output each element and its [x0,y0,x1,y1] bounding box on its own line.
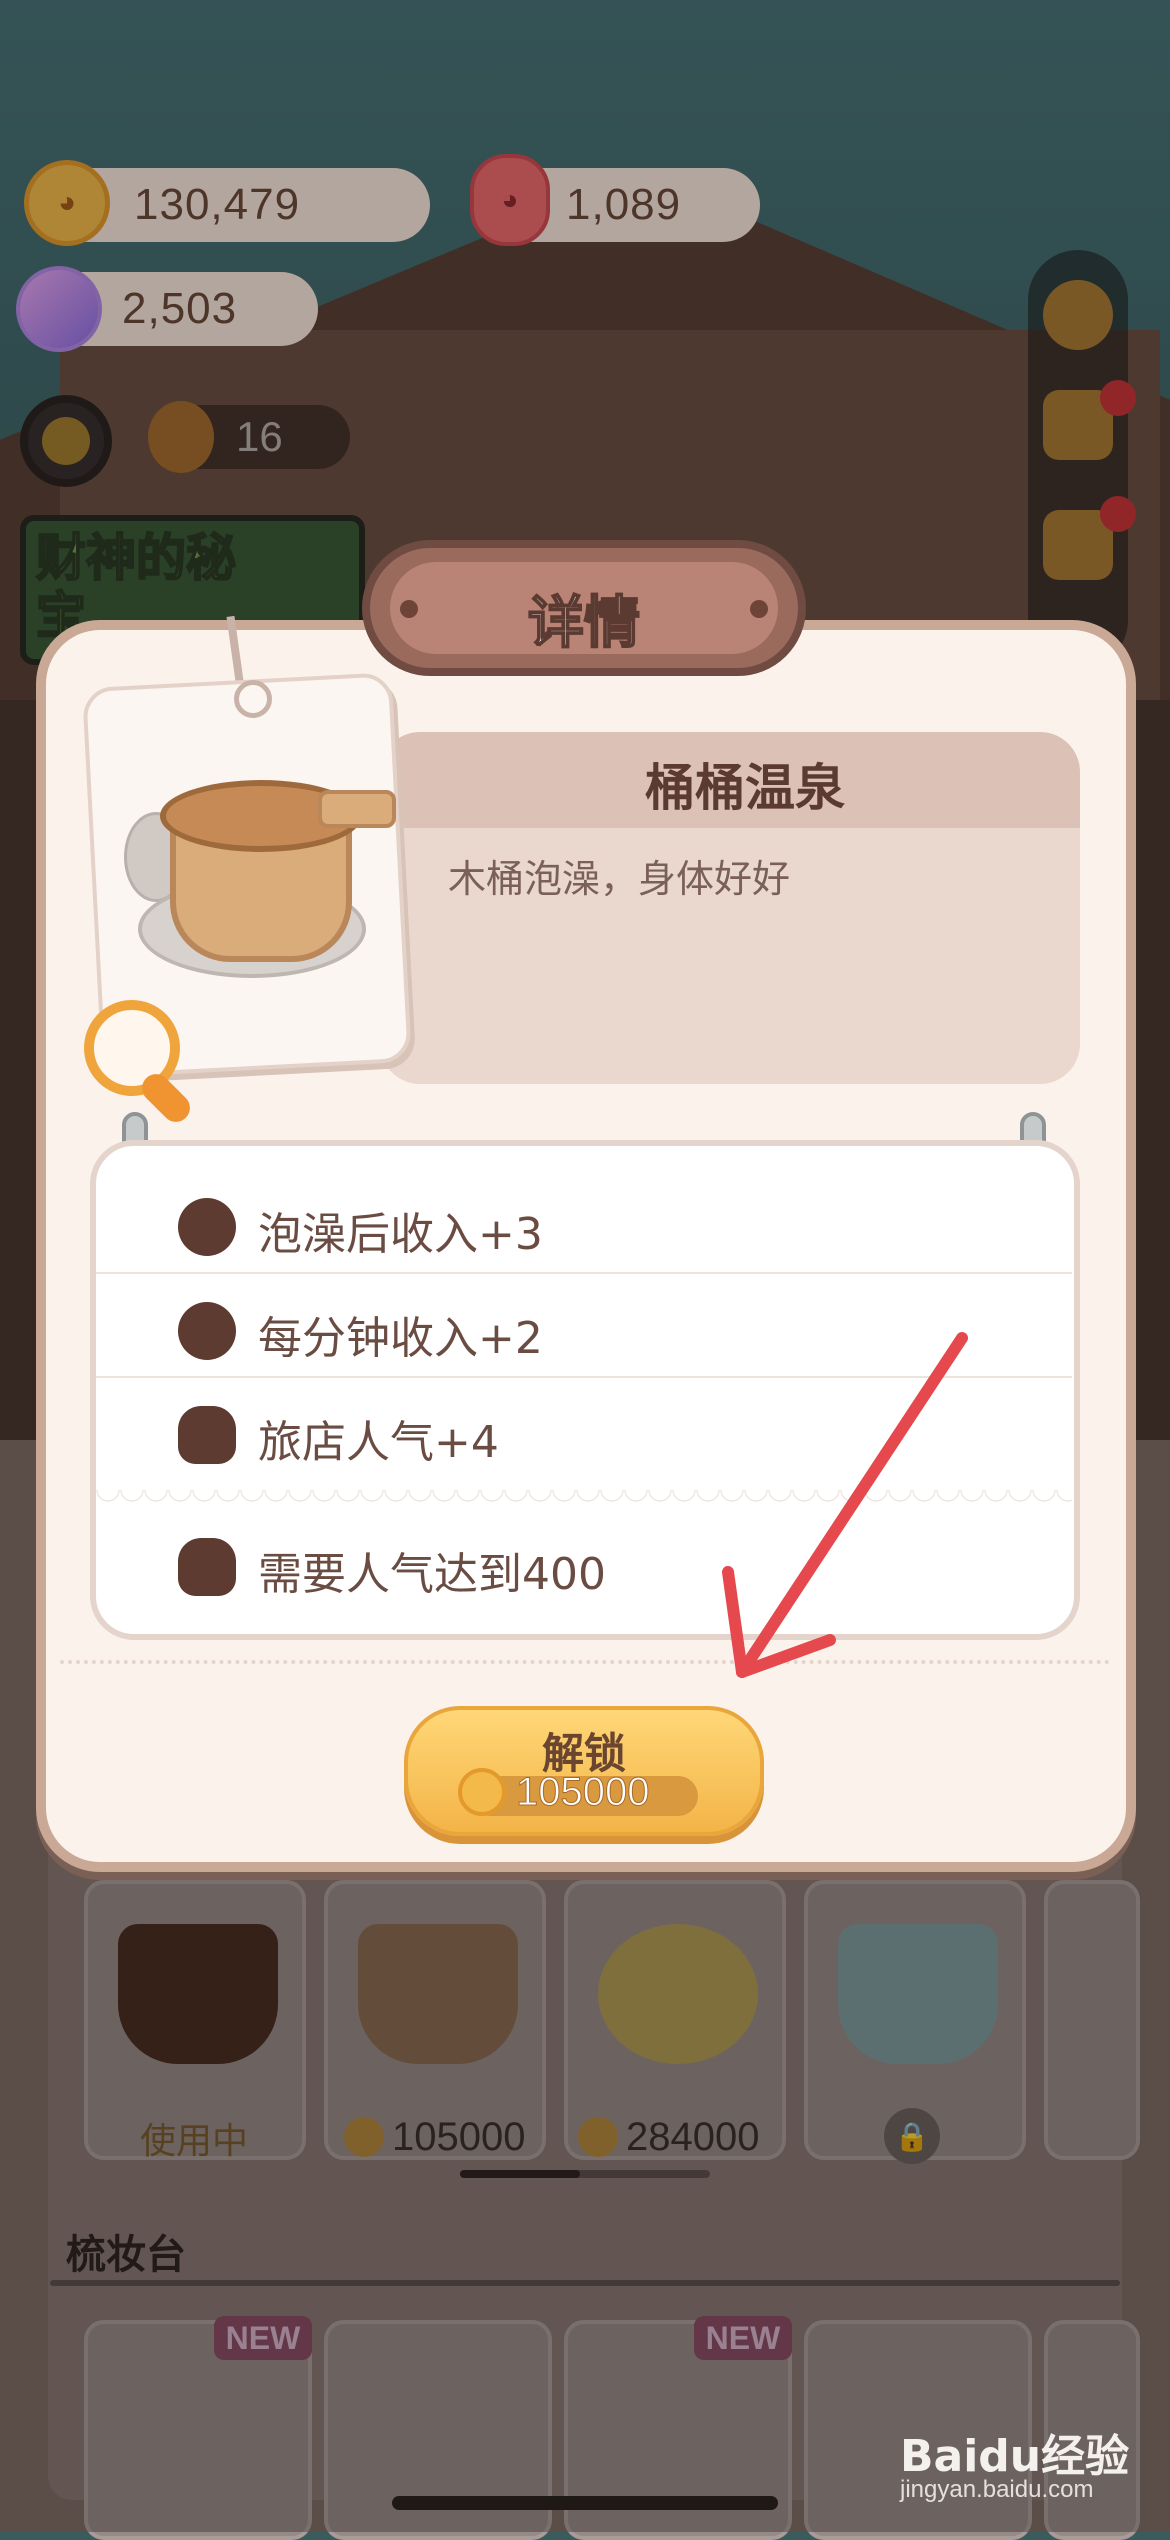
modal-title-ribbon: 详情 [362,540,806,676]
tag-hole [234,680,272,718]
unlock-button[interactable]: 解锁 105000 [404,1706,764,1836]
stat-row: 泡澡后收入+3 [96,1168,1072,1274]
watermark-url: jingyan.baidu.com [900,2476,1094,2503]
unlock-price: 105000 [515,1770,650,1815]
popularity-icon [178,1538,236,1596]
cookie-coin-icon [458,1768,506,1816]
requirement-text: 需要人气达到400 [258,1549,606,1600]
annotation-arrow-icon [722,1332,968,1678]
water-pipe [318,790,396,828]
stat-text: 泡澡后收入+3 [258,1209,543,1260]
stat-text: 每分钟收入+2 [258,1313,543,1364]
home-indicator[interactable] [392,2496,778,2510]
popularity-icon [178,1406,236,1464]
cookie-icon [178,1198,236,1256]
item-description: 木桶泡澡，身体好好 [448,857,791,901]
item-name: 桶桶温泉 [645,759,845,817]
stat-text: 旅店人气+4 [258,1417,499,1468]
modal-title: 详情 [527,590,641,657]
cookie-icon [178,1302,236,1360]
watermark-logo: Baidu经验 [900,2431,1130,2482]
